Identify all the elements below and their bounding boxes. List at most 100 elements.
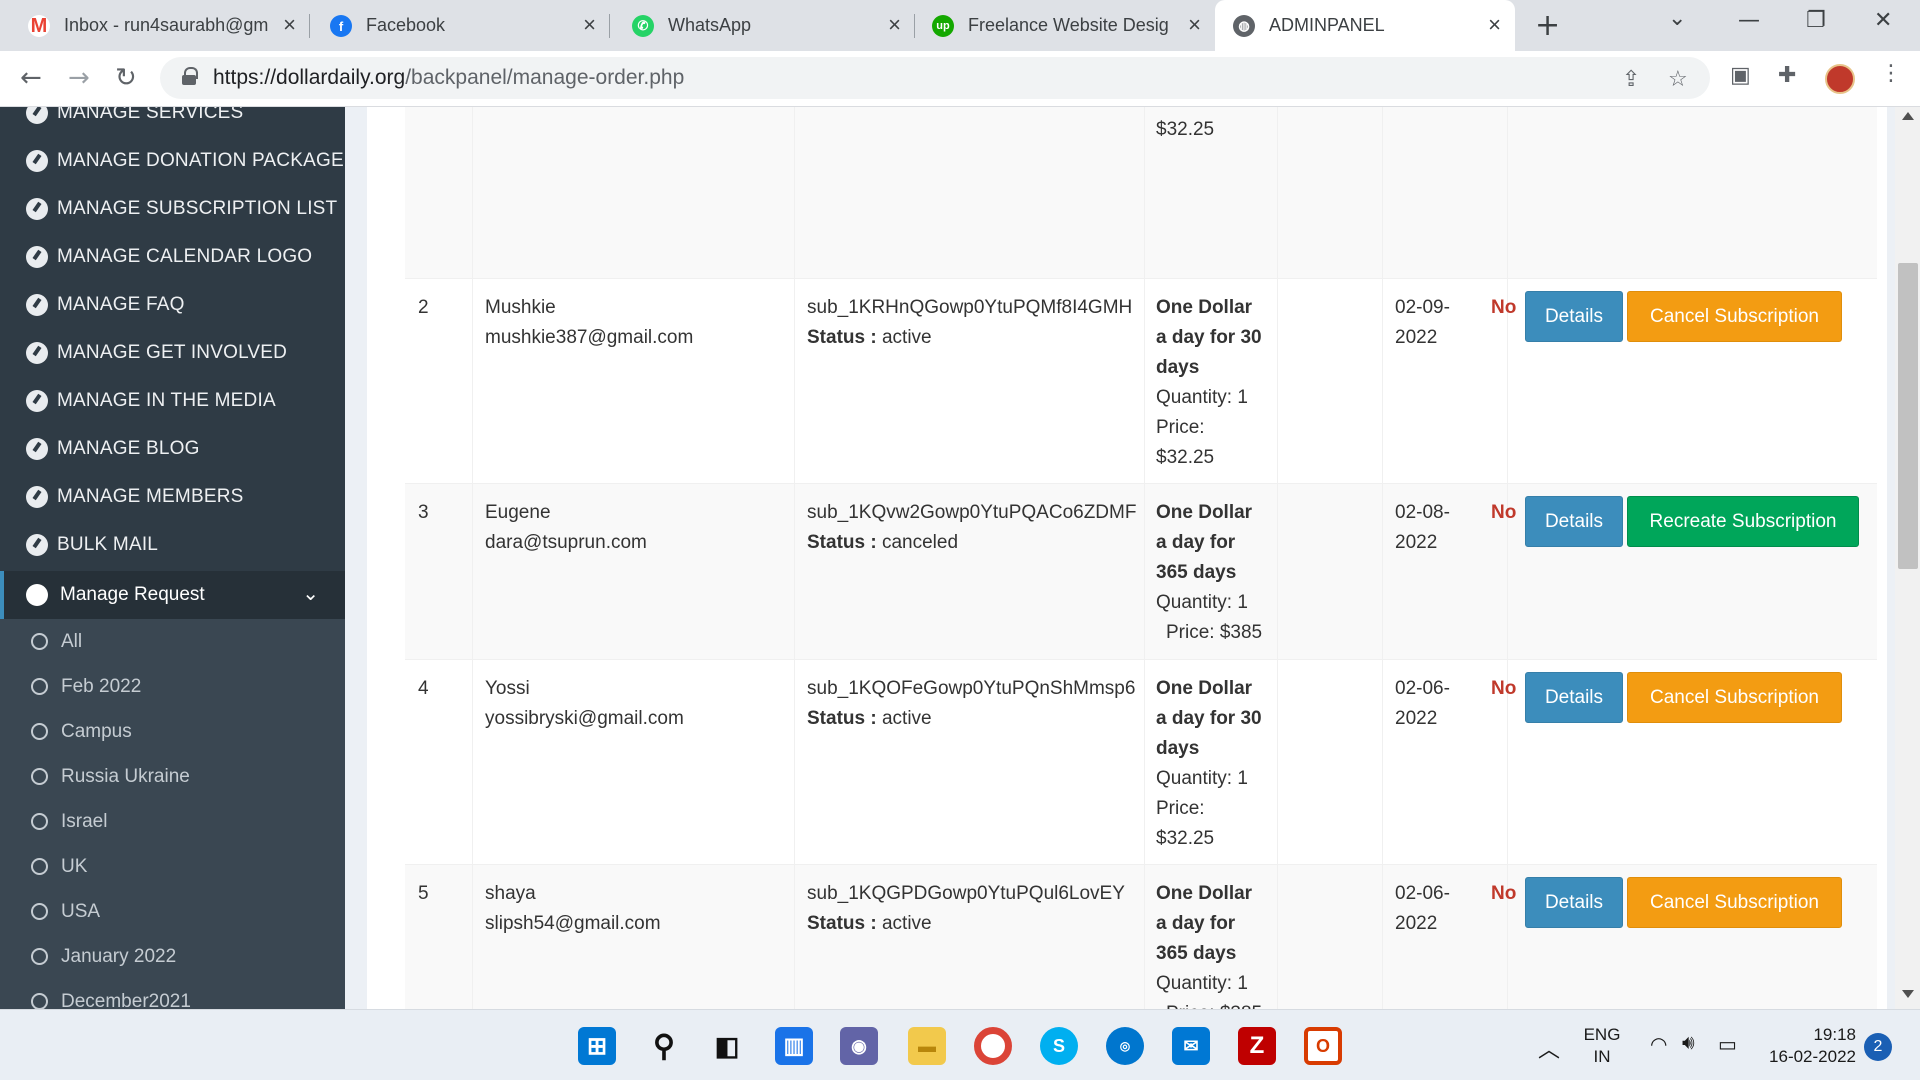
submenu-item-feb-2022[interactable]: Feb 2022 <box>0 664 345 709</box>
column-divider <box>1144 484 1145 660</box>
menu-kebab-icon[interactable]: ⋮ <box>1880 61 1902 86</box>
sidebar-item-calendar-logo[interactable]: MANAGE CALENDAR LOGO <box>0 233 345 281</box>
sidebar-item-donation-package[interactable]: MANAGE DONATION PACKAGE <box>0 137 345 185</box>
subscription-id: sub_1KQGPDGowp0YtuPQul6LovEY <box>807 883 1125 904</box>
subscription-action-button[interactable]: Cancel Subscription <box>1627 291 1842 342</box>
task-view-icon[interactable]: ◧ <box>708 1027 746 1065</box>
plan-price-label: Price: <box>1156 107 1274 115</box>
filezilla-icon[interactable]: Z <box>1238 1027 1276 1065</box>
submenu-item-all[interactable]: All <box>0 619 345 664</box>
tab-adminpanel[interactable]: ◍ ADMINPANEL × <box>1215 0 1515 51</box>
minimize-icon[interactable]: — <box>1738 8 1760 33</box>
tray-overflow-chevron-icon[interactable]: ︿ <box>1538 1032 1560 1064</box>
browser-toolbar: ← → ↻ https://dollardaily.org/backpanel/… <box>0 51 1920 107</box>
subscription-action-button[interactable]: Recreate Subscription <box>1627 496 1859 547</box>
tab-gmail[interactable]: M Inbox - run4saurabh@gm × <box>0 0 310 51</box>
sidebar-item-subscription-list[interactable]: MANAGE SUBSCRIPTION LIST <box>0 185 345 233</box>
close-icon[interactable]: × <box>583 12 596 38</box>
profile-avatar[interactable] <box>1825 64 1855 94</box>
url-text[interactable]: https://dollardaily.org/backpanel/manage… <box>213 66 684 90</box>
gmail-icon: M <box>28 15 50 37</box>
date-line-1: 02-08- <box>1395 502 1450 523</box>
submenu-item-israel[interactable]: Israel <box>0 799 345 844</box>
submenu-item-uk[interactable]: UK <box>0 844 345 889</box>
notification-badge[interactable]: 2 <box>1864 1033 1892 1061</box>
sidebar-item-get-involved[interactable]: MANAGE GET INVOLVED <box>0 329 345 377</box>
tab-facebook[interactable]: f Facebook × <box>305 0 610 51</box>
lock-icon[interactable] <box>182 67 198 85</box>
wifi-icon[interactable]: ◠ <box>1650 1032 1667 1057</box>
column-divider <box>794 279 795 484</box>
submenu-item-december2021[interactable]: December2021 <box>0 979 345 1009</box>
submenu-item-usa[interactable]: USA <box>0 889 345 934</box>
submenu-item-january-2022[interactable]: January 2022 <box>0 934 345 979</box>
new-tab-button[interactable]: + <box>1535 8 1560 43</box>
scroll-up-arrow-icon[interactable] <box>1902 112 1914 120</box>
file-explorer-icon[interactable]: ▬ <box>908 1027 946 1065</box>
battery-icon[interactable]: ▭ <box>1718 1032 1737 1057</box>
teams-chat-icon[interactable]: ◉ <box>840 1027 878 1065</box>
submenu-item-campus[interactable]: Campus <box>0 709 345 754</box>
column-divider <box>794 865 795 1009</box>
sidebar-item-members[interactable]: MANAGE MEMBERS <box>0 473 345 521</box>
office-icon[interactable]: O <box>1304 1027 1342 1065</box>
bookmark-star-icon[interactable]: ☆ <box>1668 67 1688 92</box>
close-icon[interactable]: × <box>1188 12 1201 38</box>
column-divider <box>1382 279 1383 484</box>
sidebar-item-blog[interactable]: MANAGE BLOG <box>0 425 345 473</box>
forward-icon[interactable]: → <box>68 63 90 93</box>
scroll-down-arrow-icon[interactable] <box>1902 990 1914 998</box>
search-icon[interactable]: ⚲ <box>645 1027 683 1065</box>
chrome-icon[interactable] <box>974 1027 1012 1065</box>
sidebar-item-label: MANAGE CALENDAR LOGO <box>57 246 313 267</box>
sidebar-item-in-the-media[interactable]: MANAGE IN THE MEDIA <box>0 377 345 425</box>
share-icon[interactable]: ⇪ <box>1622 67 1640 92</box>
reload-icon[interactable]: ↻ <box>115 63 137 93</box>
start-icon[interactable]: ⊞ <box>578 1027 616 1065</box>
sidebar-item-label: MANAGE SERVICES <box>57 107 244 123</box>
date-line-2: 2022 <box>1395 532 1438 553</box>
row-number: 4 <box>418 678 429 699</box>
details-button[interactable]: Details <box>1525 877 1623 928</box>
window-close-icon[interactable]: ✕ <box>1874 8 1892 33</box>
submenu-item-russia-ukraine[interactable]: Russia Ukraine <box>0 754 345 799</box>
details-button[interactable]: Details <box>1525 291 1623 342</box>
sidebar-group-manage-request[interactable]: Manage Request ⌄ <box>0 571 345 619</box>
browser-tab-strip: M Inbox - run4saurabh@gm × f Facebook × … <box>0 0 1920 51</box>
region-code: IN <box>1593 1047 1611 1066</box>
subscription-action-button[interactable]: Cancel Subscription <box>1627 672 1842 723</box>
skype-icon[interactable]: S <box>1040 1027 1078 1065</box>
dell-icon[interactable]: ◎ <box>1106 1027 1144 1065</box>
close-icon[interactable]: × <box>283 12 296 38</box>
back-icon[interactable]: ← <box>20 63 42 93</box>
status-label: Status : <box>807 913 877 934</box>
volume-icon[interactable]: 🔊︎ <box>1682 1032 1695 1055</box>
clock[interactable]: 19:18 16-02-2022 <box>1760 1024 1856 1068</box>
sidebar-item-faq[interactable]: MANAGE FAQ <box>0 281 345 329</box>
restore-icon[interactable]: ❐ <box>1806 8 1826 33</box>
address-bar[interactable]: https://dollardaily.org/backpanel/manage… <box>160 57 1710 99</box>
language-indicator[interactable]: ENG IN <box>1580 1024 1624 1068</box>
close-icon[interactable]: × <box>888 12 901 38</box>
tab-whatsapp[interactable]: ✆ WhatsApp × <box>610 0 915 51</box>
tab-search-chevron-icon[interactable]: ⌄ <box>1668 6 1686 31</box>
row-number: 5 <box>418 883 429 904</box>
scrollbar-thumb[interactable] <box>1898 263 1918 569</box>
circle-icon <box>31 723 48 740</box>
widgets-icon[interactable]: ▥ <box>775 1027 813 1065</box>
mail-icon[interactable]: ✉ <box>1172 1027 1210 1065</box>
details-button[interactable]: Details <box>1525 496 1623 547</box>
customer-email: dara@tsuprun.com <box>485 532 647 553</box>
extension-icon[interactable]: ▣ <box>1730 63 1751 88</box>
extensions-puzzle-icon[interactable]: ✚ <box>1778 63 1796 88</box>
subscription-status: Status : canceled <box>807 528 1136 558</box>
details-button[interactable]: Details <box>1525 672 1623 723</box>
subscription-action-button[interactable]: Cancel Subscription <box>1627 877 1842 928</box>
sidebar-item-bulk-mail[interactable]: BULK MAIL <box>0 521 345 569</box>
tab-upwork[interactable]: up Freelance Website Design × <box>915 0 1215 51</box>
chevron-down-icon[interactable]: ⌄ <box>302 581 319 606</box>
column-divider <box>1277 865 1278 1009</box>
date-line-1: 02-06- <box>1395 883 1450 904</box>
close-icon[interactable]: × <box>1488 12 1501 38</box>
sidebar-item-manage-services[interactable]: MANAGE SERVICES <box>0 107 345 137</box>
